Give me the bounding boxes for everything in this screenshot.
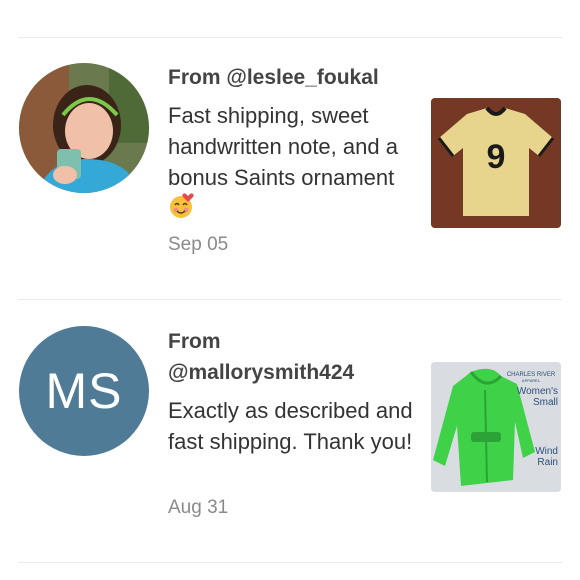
from-label: From: [168, 330, 221, 353]
product-tag-2: Small: [533, 397, 558, 408]
review-text-body: Exactly as described and fast shipping. …: [168, 398, 413, 454]
jacket-photo-icon: CHARLES RIVER APPAREL Women's Small Wind…: [431, 362, 561, 492]
review-text: Exactly as described and fast shipping. …: [168, 395, 413, 457]
review-item: From @leslee_foukal Fast shipping, sweet…: [0, 0, 580, 300]
reviewer-username[interactable]: @mallorysmith424: [168, 357, 418, 388]
avatar-initials: MS: [45, 363, 123, 419]
reviewer-avatar[interactable]: [19, 63, 149, 193]
review-date: Sep 05: [168, 234, 229, 255]
bottom-divider: [18, 562, 562, 563]
product-thumbnail[interactable]: 9: [431, 98, 561, 228]
product-tag-3: Wind: [535, 446, 558, 457]
review-from: From @mallorysmith424: [168, 326, 418, 388]
review-from: From @leslee_foukal: [168, 62, 379, 93]
avatar-photo-icon: [19, 63, 149, 193]
review-text-body: Fast shipping, sweet handwritten note, a…: [168, 103, 398, 190]
review-date: Aug 31: [168, 497, 229, 518]
product-tag-1: Women's: [517, 386, 558, 397]
jersey-photo-icon: 9: [431, 98, 561, 228]
product-brand-sub: APPAREL: [522, 378, 541, 383]
review-item: MS From @mallorysmith424 Exactly as desc…: [0, 300, 580, 560]
reviewer-username[interactable]: @leslee_foukal: [226, 66, 378, 89]
reviewer-avatar[interactable]: MS: [19, 326, 149, 456]
smiling-face-with-hearts-icon: [168, 193, 194, 227]
product-thumbnail[interactable]: CHARLES RIVER APPAREL Women's Small Wind…: [431, 362, 561, 492]
product-tag-4: Rain: [537, 457, 558, 468]
svg-text:9: 9: [487, 138, 506, 176]
review-text: Fast shipping, sweet handwritten note, a…: [168, 100, 413, 227]
from-label: From: [168, 66, 227, 89]
